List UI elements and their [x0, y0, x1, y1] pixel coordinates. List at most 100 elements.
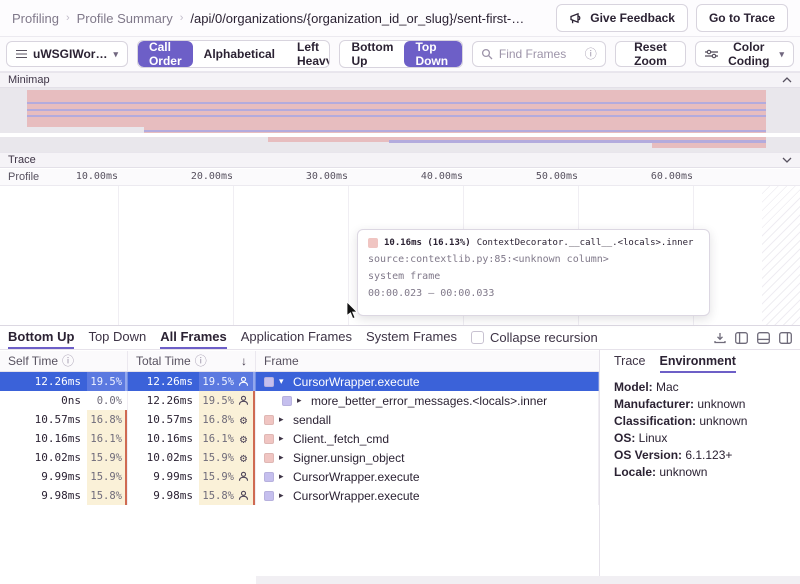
table-row[interactable]: 9.98ms15.8%9.98ms15.8%▸CursorWrapper.exe… — [0, 486, 599, 505]
flamegraph-toolbar: uWSGIWor… ▾ Call OrderAlphabeticalLeft H… — [0, 36, 800, 72]
mouse-cursor — [346, 302, 358, 320]
breadcrumb-profile-summary[interactable]: Profile Summary — [77, 11, 173, 26]
find-frames-search[interactable]: Find Frames ⓘ — [472, 41, 606, 67]
table-row[interactable]: 10.16ms16.1%10.16ms16.1%⚙▸Client._fetch_… — [0, 429, 599, 448]
direction-option-bottom-up[interactable]: Bottom Up — [340, 41, 404, 67]
chevron-right-icon[interactable]: ▸ — [279, 414, 288, 425]
frame-color-swatch — [264, 453, 274, 463]
trace-header[interactable]: Trace — [0, 152, 800, 168]
trace-title: Trace — [8, 154, 36, 166]
gridline — [233, 186, 234, 325]
chevron-down-icon[interactable]: ▾ — [279, 376, 288, 387]
color-coding-button[interactable]: Color Coding ▾ — [695, 41, 794, 67]
collapse-recursion-checkbox[interactable] — [471, 331, 484, 344]
minimap-shape — [27, 109, 766, 111]
tooltip-frame-kind: system frame — [368, 271, 699, 282]
thread-selector[interactable]: uWSGIWor… ▾ — [6, 41, 128, 67]
tab-top-down[interactable]: Top Down — [88, 326, 146, 349]
tab-application-frames[interactable]: Application Frames — [241, 326, 352, 349]
self-time-cell: 10.02ms15.9% — [0, 448, 128, 467]
frame-column-header[interactable]: Frame — [256, 351, 599, 371]
give-feedback-label: Give Feedback — [590, 11, 675, 25]
details-tab-environment[interactable]: Environment — [660, 354, 736, 373]
chevron-right-icon[interactable]: ▸ — [297, 395, 306, 406]
sorting-segmented-control: Call OrderAlphabeticalLeft Heavy — [137, 40, 330, 68]
chevron-up-icon[interactable] — [782, 77, 792, 83]
tab-bottom-up[interactable]: Bottom Up — [8, 326, 74, 349]
table-row[interactable]: 0ns0.0%12.26ms19.5%▸more_better_error_me… — [0, 391, 599, 410]
table-row[interactable]: 9.99ms15.9%9.99ms15.9%▸CursorWrapper.exe… — [0, 467, 599, 486]
total-time-cell: 12.26ms19.5% — [128, 391, 256, 410]
tooltip-time-range: 00:00.023 — 00:00.033 — [368, 288, 699, 299]
time-ruler[interactable]: Profile 10.00ms20.00ms30.00ms40.00ms50.0… — [0, 169, 800, 186]
out-of-range-hatch — [762, 186, 800, 325]
profiling-flamegraph-app: Profiling › Profile Summary › /api/0/org… — [0, 0, 800, 584]
table-row[interactable]: 10.02ms15.9%10.02ms15.9%⚙▸Signer.unsign_… — [0, 448, 599, 467]
frame-name: CursorWrapper.execute — [293, 470, 420, 484]
breadcrumb-profiling[interactable]: Profiling — [12, 11, 59, 26]
reset-zoom-label: Reset Zoom — [625, 40, 676, 68]
info-icon: ⓘ — [585, 48, 597, 60]
frame-cell[interactable]: ▸sendall — [256, 410, 599, 429]
sorting-option-left-heavy[interactable]: Left Heavy — [286, 41, 330, 67]
minimap-title: Minimap — [8, 74, 50, 86]
tab-all-frames[interactable]: All Frames — [160, 326, 226, 349]
self-time-label: Self Time — [8, 354, 58, 368]
environment-field: Classification: unknown — [614, 413, 786, 430]
total-time-value: 10.02ms — [147, 451, 193, 464]
reset-zoom-button[interactable]: Reset Zoom — [615, 41, 686, 67]
layout-right-icon[interactable] — [779, 332, 792, 344]
environment-field: Locale: unknown — [614, 464, 786, 481]
sorting-option-call-order[interactable]: Call Order — [138, 41, 193, 67]
minimap-shape — [27, 102, 766, 104]
chevron-right-icon[interactable]: ▸ — [279, 452, 288, 463]
details-tab-trace[interactable]: Trace — [614, 354, 646, 373]
chevron-right-icon[interactable]: ▸ — [279, 490, 288, 501]
minimap-header[interactable]: Minimap — [0, 72, 800, 88]
self-time-cell: 10.16ms16.1% — [0, 429, 128, 448]
chevron-right-icon[interactable]: ▸ — [279, 433, 288, 444]
frame-cell[interactable]: ▸more_better_error_messages.<locals>.inn… — [256, 391, 599, 410]
frame-name: CursorWrapper.execute — [293, 489, 420, 503]
frame-cell[interactable]: ▸Client._fetch_cmd — [256, 429, 599, 448]
self-time-percent: 0.0% — [87, 391, 127, 410]
give-feedback-button[interactable]: Give Feedback — [556, 4, 688, 32]
application-frame-icon — [237, 471, 250, 482]
frame-cell[interactable]: ▸ CursorWrapper.execute — [256, 467, 599, 486]
collapse-recursion-control[interactable]: Collapse recursion — [471, 330, 598, 345]
sorting-option-alphabetical[interactable]: Alphabetical — [193, 41, 286, 67]
total-time-value: 10.16ms — [147, 432, 193, 445]
self-time-column-header[interactable]: Self Time ⓘ — [0, 351, 128, 371]
total-time-label: Total Time — [136, 354, 191, 368]
application-frame-icon — [237, 376, 250, 387]
list-icon — [16, 50, 27, 59]
minimap-canvas[interactable] — [0, 88, 800, 152]
table-row[interactable]: 10.57ms16.8%10.57ms16.8%⚙▸sendall — [0, 410, 599, 429]
tab-system-frames[interactable]: System Frames — [366, 326, 457, 349]
environment-field: OS: Linux — [614, 430, 786, 447]
horizontal-scrollbar[interactable] — [256, 576, 800, 584]
sliders-icon — [705, 49, 718, 59]
total-time-percent: 15.9% — [199, 467, 255, 486]
download-icon[interactable] — [714, 332, 726, 344]
profile-label: Profile — [8, 171, 39, 183]
direction-option-top-down[interactable]: Top Down — [404, 41, 461, 67]
sort-descending-icon[interactable]: ↓ — [241, 354, 247, 368]
frame-cell[interactable]: ▸Signer.unsign_object — [256, 448, 599, 467]
layout-left-icon[interactable] — [735, 332, 748, 344]
self-time-value: 10.16ms — [35, 432, 81, 445]
chevron-down-icon: ▾ — [779, 49, 784, 60]
frame-cell[interactable]: ▾CursorWrapper.execute — [256, 372, 599, 391]
chevron-right-icon: › — [180, 12, 184, 24]
total-time-column-header[interactable]: Total Time ⓘ ↓ — [128, 351, 256, 371]
go-to-trace-button[interactable]: Go to Trace — [696, 4, 788, 32]
chevron-right-icon[interactable]: ▸ — [279, 471, 288, 482]
system-frame-icon: ⚙ — [237, 452, 250, 464]
layout-bottom-icon[interactable] — [757, 332, 770, 344]
chevron-down-icon[interactable] — [782, 157, 792, 163]
direction-tabs: Bottom Up Top Down — [8, 326, 146, 349]
self-time-value: 9.98ms — [41, 489, 81, 502]
ruler-tick-label: 60.00ms — [633, 171, 693, 182]
table-row[interactable]: 12.26ms19.5%12.26ms19.5%▾CursorWrapper.e… — [0, 372, 599, 391]
frame-cell[interactable]: ▸ CursorWrapper.execute — [256, 486, 599, 505]
